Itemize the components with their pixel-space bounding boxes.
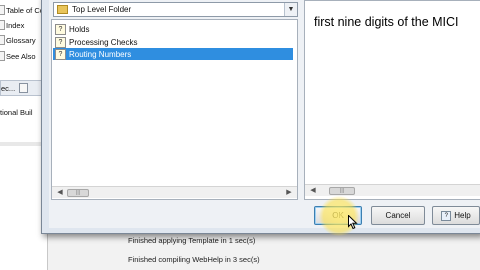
list-item[interactable]: ? Holds xyxy=(53,23,89,35)
output-text: tional Buil xyxy=(0,106,33,118)
scrollbar-thumb[interactable]: ||| xyxy=(67,189,89,197)
topic-icon: ? xyxy=(55,48,66,60)
log-line: Finished applying Template in 1 sec(s) xyxy=(128,236,256,245)
folder-dropdown-value: Top Level Folder xyxy=(72,5,132,14)
topic-label: Processing Checks xyxy=(69,37,138,47)
topic-list[interactable]: ? Holds ? Processing Checks ? Routing Nu… xyxy=(51,19,298,200)
scroll-right-icon[interactable]: ▶ xyxy=(285,189,293,196)
nav-item-label: Index xyxy=(6,20,25,30)
scrollbar-thumb[interactable]: ||| xyxy=(329,187,355,195)
help-button-label: Help xyxy=(454,211,471,220)
help-button[interactable]: ? Help xyxy=(432,206,480,225)
topic-icon: ? xyxy=(55,23,66,35)
topic-label: Routing Numbers xyxy=(69,49,132,59)
folder-dropdown[interactable]: Top Level Folder ▼ xyxy=(53,2,298,17)
nav-item-see-also[interactable]: See Also xyxy=(0,50,36,62)
list-item-selected[interactable]: ? Routing Numbers xyxy=(53,48,293,60)
nav-item-glossary[interactable]: Glossary xyxy=(0,34,36,46)
nav-item-label: Table of Co xyxy=(6,5,44,15)
index-icon xyxy=(0,20,5,30)
scroll-left-icon[interactable]: ◀ xyxy=(309,187,317,194)
tab-page-icon xyxy=(19,83,29,93)
list-item[interactable]: ? Processing Checks xyxy=(53,36,137,48)
preview-horizontal-scrollbar[interactable]: ◀ ||| xyxy=(305,184,480,196)
chevron-down-icon[interactable]: ▼ xyxy=(284,3,297,16)
log-line: Finished compiling WebHelp in 3 sec(s) xyxy=(128,255,260,264)
tab-label: ec... xyxy=(1,83,16,93)
see-also-icon xyxy=(0,51,5,61)
nav-item-label: Glossary xyxy=(6,35,36,45)
topic-label: Holds xyxy=(69,24,90,34)
scroll-left-icon[interactable]: ◀ xyxy=(56,189,64,196)
cancel-button-label: Cancel xyxy=(385,211,411,220)
nav-item-index[interactable]: Index xyxy=(0,19,24,31)
cancel-button[interactable]: Cancel xyxy=(371,206,425,225)
pane-divider xyxy=(0,142,47,146)
nav-item-table-of-contents[interactable]: Table of Co xyxy=(0,4,44,16)
nav-item-label: See Also xyxy=(6,51,36,61)
topic-icon: ? xyxy=(55,36,66,48)
help-icon: ? xyxy=(441,210,452,221)
topic-list-horizontal-scrollbar[interactable]: ◀ ||| ▶ xyxy=(52,186,297,198)
topic-preview-pane: first nine digits of the MICI ◀ ||| xyxy=(304,0,480,200)
preview-text: first nine digits of the MICI xyxy=(314,15,459,29)
output-text-label: tional Buil xyxy=(0,107,33,117)
folder-icon xyxy=(57,5,68,14)
mouse-pointer-icon xyxy=(348,215,358,230)
toc-icon xyxy=(0,5,5,15)
glossary-icon xyxy=(0,35,5,45)
